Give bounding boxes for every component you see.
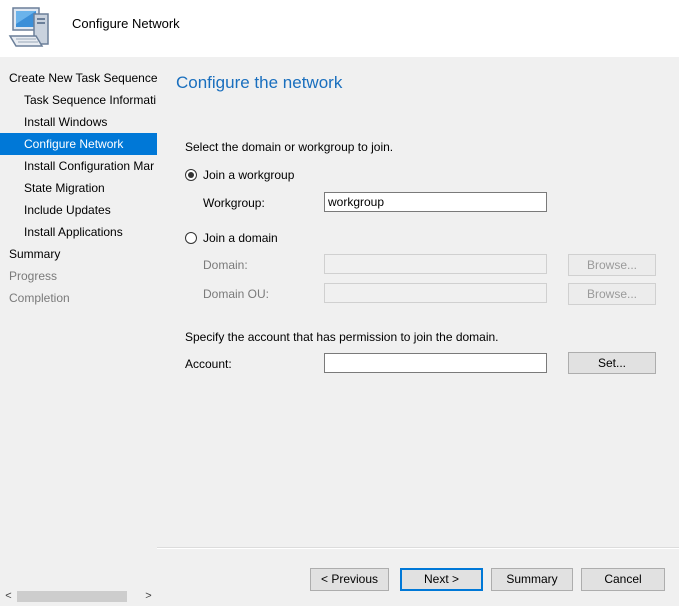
scrollbar-thumb[interactable] — [17, 591, 127, 602]
join-domain-radio[interactable] — [185, 232, 197, 244]
cancel-button[interactable]: Cancel — [581, 568, 665, 591]
domain-browse-button[interactable]: Browse... — [568, 254, 656, 276]
footer-divider-highlight — [157, 548, 679, 549]
step-create-new-task-sequence[interactable]: Create New Task Sequence — [0, 67, 157, 89]
workgroup-input[interactable]: workgroup — [324, 192, 547, 212]
step-configure-network[interactable]: Configure Network — [0, 133, 157, 155]
scroll-left-arrow-icon[interactable]: < — [0, 588, 17, 605]
computer-icon — [8, 7, 49, 47]
wizard-header: Configure Network — [0, 0, 679, 57]
step-install-configuration-manager[interactable]: Install Configuration Mar — [0, 155, 157, 177]
previous-button[interactable]: < Previous — [310, 568, 389, 591]
step-include-updates[interactable]: Include Updates — [0, 199, 157, 221]
domain-ou-label: Domain OU: — [203, 287, 270, 301]
step-summary[interactable]: Summary — [0, 243, 157, 265]
step-install-applications[interactable]: Install Applications — [0, 221, 157, 243]
join-workgroup-radio[interactable] — [185, 169, 197, 181]
domain-ou-input[interactable] — [324, 283, 547, 303]
account-input[interactable] — [324, 353, 547, 373]
wizard-steps-sidebar: Create New Task Sequence Task Sequence I… — [0, 57, 157, 605]
window-title: Configure Network — [72, 16, 180, 31]
instruction-text: Select the domain or workgroup to join. — [185, 140, 394, 154]
next-button[interactable]: Next > — [400, 568, 483, 591]
step-completion: Completion — [9, 291, 70, 305]
scroll-right-arrow-icon[interactable]: > — [140, 588, 157, 605]
step-state-migration[interactable]: State Migration — [0, 177, 157, 199]
summary-button[interactable]: Summary — [491, 568, 573, 591]
domain-ou-browse-button[interactable]: Browse... — [568, 283, 656, 305]
set-account-button[interactable]: Set... — [568, 352, 656, 374]
step-install-windows[interactable]: Install Windows — [0, 111, 157, 133]
step-progress: Progress — [9, 269, 58, 283]
domain-input[interactable] — [324, 254, 547, 274]
domain-label: Domain: — [203, 258, 248, 272]
page-title: Configure the network — [176, 73, 343, 92]
account-instruction-text: Specify the account that has permission … — [185, 330, 499, 344]
join-domain-label[interactable]: Join a domain — [203, 231, 278, 245]
step-task-sequence-information[interactable]: Task Sequence Informati — [0, 89, 157, 111]
workgroup-label: Workgroup: — [203, 196, 265, 210]
account-label: Account: — [185, 357, 232, 371]
wizard-steps-list: Create New Task Sequence Task Sequence I… — [0, 67, 157, 309]
join-workgroup-label[interactable]: Join a workgroup — [203, 168, 294, 182]
sidebar-horizontal-scrollbar[interactable]: < > — [0, 588, 157, 605]
